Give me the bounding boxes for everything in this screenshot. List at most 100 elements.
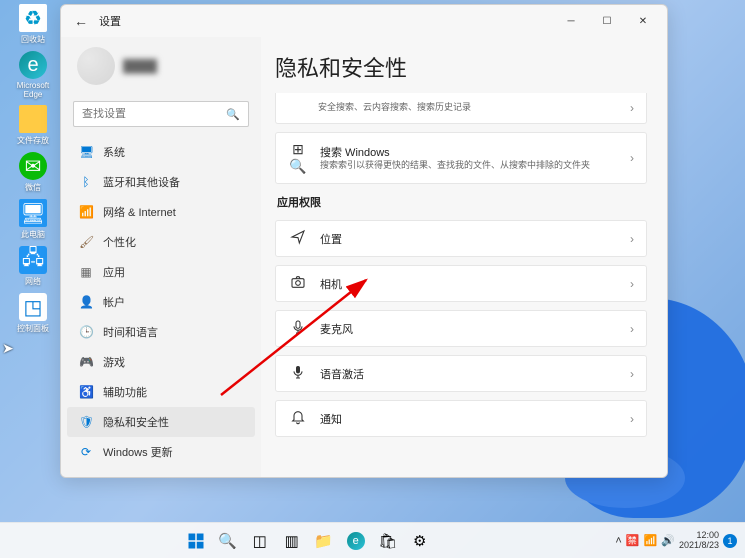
chevron-right-icon: ›: [630, 151, 634, 165]
tray-ime-icon[interactable]: 🈲: [626, 534, 640, 547]
bluetooth-icon: ᛒ: [79, 175, 93, 189]
back-button[interactable]: ←: [67, 7, 95, 35]
search-input[interactable]: [82, 108, 226, 120]
control-panel-icon: ◳: [19, 293, 47, 321]
desktop-icon-wechat[interactable]: ✉ 微信: [12, 152, 54, 193]
recycle-bin-icon: ♻: [19, 4, 47, 32]
tray-notifications-badge[interactable]: 1: [723, 534, 737, 548]
sidebar-item-system[interactable]: 🖥系统: [67, 137, 255, 167]
clock-icon: 🕒: [79, 325, 93, 339]
sidebar-item-label: Windows 更新: [103, 444, 173, 460]
taskbar-search-button[interactable]: 🔍: [213, 526, 243, 556]
section-heading: 应用权限: [277, 194, 647, 210]
card-subtitle: 搜索索引以获得更快的结果、查找我的文件、从搜索中排除的文件夹: [320, 160, 618, 172]
folder-icon: [19, 105, 47, 133]
tray-date: 2021/8/23: [679, 541, 719, 551]
sidebar-item-label: 网络 & Internet: [103, 204, 176, 220]
window-titlebar[interactable]: ← 设置 ─ ☐ ✕: [61, 5, 667, 37]
sidebar-item-accessibility[interactable]: ♿辅助功能: [67, 377, 255, 407]
wechat-icon: ✉: [19, 152, 47, 180]
edge-icon: e: [19, 51, 47, 79]
taskbar-start-button[interactable]: [181, 526, 211, 556]
desktop-icon-label: 控制面板: [17, 323, 49, 334]
taskbar-explorer[interactable]: 📁: [309, 526, 339, 556]
maximize-button[interactable]: ☐: [589, 7, 625, 35]
sidebar-item-label: 隐私和安全性: [103, 414, 169, 430]
monitor-icon: 🖥: [19, 199, 47, 227]
desktop-icon-this-pc[interactable]: 🖥 此电脑: [12, 199, 54, 240]
shield-icon: 🛡: [79, 415, 93, 429]
sidebar-item-accounts[interactable]: 👤 帐户: [67, 287, 255, 317]
sidebar-item-personalization[interactable]: 🖌 个性化: [67, 227, 255, 257]
chevron-right-icon: ›: [630, 322, 634, 336]
sidebar-item-privacy[interactable]: 🛡 隐私和安全性: [67, 407, 255, 437]
settings-sidebar: ████ 🔍 🖥系统 ᛒ蓝牙和其他设备 📶网络 & Internet 🖌个性化 …: [61, 37, 261, 477]
bell-icon: [288, 409, 308, 428]
person-icon: 👤: [79, 295, 93, 309]
mic-icon: [288, 319, 308, 338]
wifi-icon: 📶: [79, 205, 93, 219]
avatar: [77, 47, 115, 85]
chevron-right-icon: ›: [630, 412, 634, 426]
sidebar-item-bluetooth[interactable]: ᛒ 蓝牙和其他设备: [67, 167, 255, 197]
card-title: 搜索 Windows: [320, 144, 618, 160]
tray-clock[interactable]: 12:00 2021/8/23: [679, 531, 719, 551]
search-windows-icon: ⊞🔍: [288, 141, 308, 175]
sidebar-item-label: 应用: [103, 264, 125, 280]
card-subtitle: 安全搜索、云内容搜索、搜索历史记录: [318, 102, 618, 114]
window-title: 设置: [99, 13, 121, 29]
taskbar: 🔍 ◫ ▥ 📁 e 🛍 ⚙ ˄ 🈲 📶 🔊 12:00 2021/8/23 1: [0, 522, 745, 558]
taskbar-widgets[interactable]: ▥: [277, 526, 307, 556]
taskbar-settings[interactable]: ⚙: [405, 526, 435, 556]
card-perm-voice-activation[interactable]: 语音激活 ›: [275, 355, 647, 392]
desktop-icon-label: 网络: [25, 276, 41, 287]
card-perm-camera[interactable]: 相机 ›: [275, 265, 647, 302]
monitor-icon: 🖥: [79, 145, 93, 159]
desktop-icon-label: Microsoft Edge: [12, 81, 54, 99]
desktop-icon-label: 微信: [25, 182, 41, 193]
sidebar-item-time-language[interactable]: 🕒 时间和语言: [67, 317, 255, 347]
card-title: 位置: [320, 231, 618, 247]
search-box[interactable]: 🔍: [73, 101, 249, 127]
card-perm-location[interactable]: 位置 ›: [275, 220, 647, 257]
tray-chevron-up-icon[interactable]: ˄: [615, 535, 621, 547]
sidebar-item-label: 时间和语言: [103, 324, 158, 340]
card-search-permissions-partial[interactable]: 安全搜索、云内容搜索、搜索历史记录 ›: [275, 93, 647, 124]
taskbar-store[interactable]: 🛍: [373, 526, 403, 556]
taskbar-task-view[interactable]: ◫: [245, 526, 275, 556]
card-perm-notifications[interactable]: 通知 ›: [275, 400, 647, 437]
chevron-right-icon: ›: [630, 367, 634, 381]
sidebar-item-gaming[interactable]: 🎮游戏: [67, 347, 255, 377]
desktop-icon-control-panel[interactable]: ◳ 控制面板: [12, 293, 54, 334]
sidebar-item-apps[interactable]: ▦ 应用: [67, 257, 255, 287]
chevron-right-icon: ›: [630, 277, 634, 291]
minimize-button[interactable]: ─: [553, 7, 589, 35]
tray-volume-icon[interactable]: 🔊: [661, 534, 675, 547]
card-search-windows[interactable]: ⊞🔍 搜索 Windows 搜索索引以获得更快的结果、查找我的文件、从搜索中排除…: [275, 132, 647, 184]
search-icon: 🔍: [226, 108, 240, 121]
sidebar-item-windows-update[interactable]: ⟳Windows 更新: [67, 437, 255, 467]
tray-network-icon[interactable]: 📶: [644, 534, 658, 547]
desktop-icon-recycle-bin[interactable]: ♻ 回收站: [12, 4, 54, 45]
settings-window: ← 设置 ─ ☐ ✕ ████ 🔍 🖥系统 ᛒ 蓝牙和其他设备 📶 网络 & Int…: [60, 4, 668, 478]
page-title: 隐私和安全性: [275, 51, 647, 83]
brush-icon: 🖌: [79, 235, 93, 249]
sidebar-item-label: 游戏: [103, 354, 125, 370]
card-title: 麦克风: [320, 321, 618, 337]
voice-icon: [288, 364, 308, 383]
send-icon: [288, 229, 308, 248]
taskbar-edge[interactable]: e: [341, 526, 371, 556]
apps-icon: ▦: [79, 265, 93, 279]
desktop-icon-folder-files[interactable]: 文件存放: [12, 105, 54, 146]
camera-icon: [288, 274, 308, 293]
user-profile[interactable]: ████: [67, 41, 255, 97]
sidebar-item-label: 帐户: [103, 294, 125, 310]
sidebar-item-label: 蓝牙和其他设备: [103, 174, 180, 190]
desktop-icon-edge[interactable]: e Microsoft Edge: [12, 51, 54, 99]
card-perm-microphone[interactable]: 麦克风 ›: [275, 310, 647, 347]
desktop-icon-network[interactable]: 🖧 网络: [12, 246, 54, 287]
mouse-cursor: ➤: [2, 340, 14, 357]
sidebar-item-label: 个性化: [103, 234, 136, 250]
sidebar-item-network[interactable]: 📶 网络 & Internet: [67, 197, 255, 227]
close-button[interactable]: ✕: [625, 7, 661, 35]
